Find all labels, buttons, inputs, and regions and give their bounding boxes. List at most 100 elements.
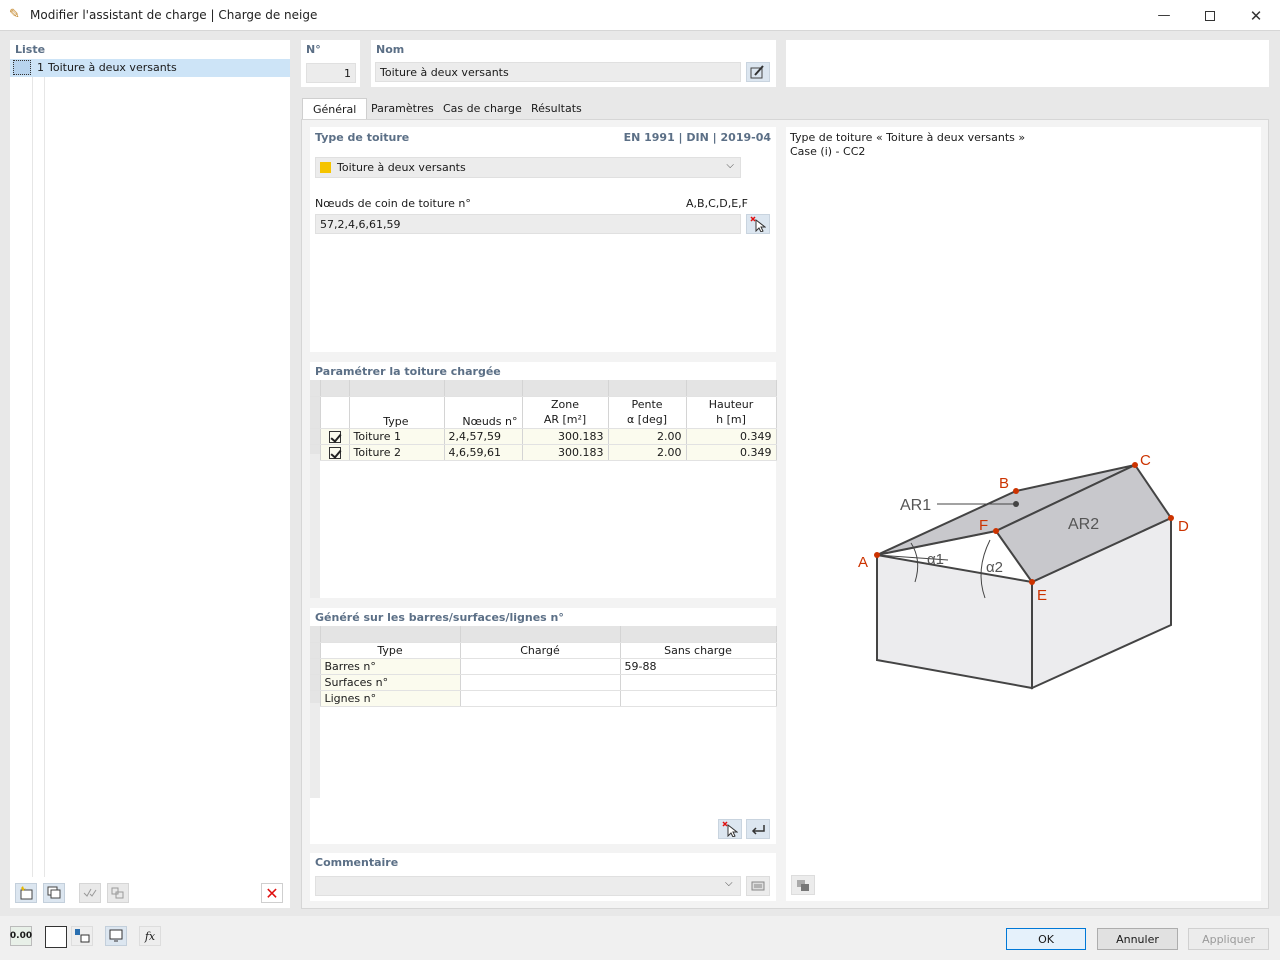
row-unloaded[interactable] <box>620 690 777 707</box>
tab-general[interactable]: Général <box>302 98 368 120</box>
row-type: Lignes n° <box>320 690 461 707</box>
copy-item-button[interactable] <box>43 883 65 903</box>
number-label: N° <box>306 43 321 56</box>
row-height: 0.349 <box>686 444 777 461</box>
label-ar1: AR1 <box>900 497 931 514</box>
maximize-icon <box>1205 10 1215 21</box>
roof-diagram: A B C D E F AR1 AR2 α1 α2 <box>858 452 1189 690</box>
new-item-button[interactable] <box>15 883 37 903</box>
tab-parameters[interactable]: Paramètres <box>361 98 444 120</box>
name-label: Nom <box>376 43 405 56</box>
label-f: F <box>979 517 988 534</box>
minimize-button[interactable]: — <box>1141 0 1187 31</box>
library-icon <box>751 881 765 891</box>
pick-objects-button[interactable] <box>718 819 742 839</box>
list-item[interactable]: 1 Toiture à deux versants <box>10 59 290 77</box>
col-type: Type <box>349 396 445 429</box>
pick-cursor-icon <box>722 821 738 837</box>
row-unloaded[interactable] <box>620 674 777 691</box>
list-item-number: 1 <box>37 61 44 74</box>
list-panel: Liste 1 Toiture à deux versants ✕ <box>10 40 290 908</box>
row-nodes: 2,4,57,59 <box>444 428 523 445</box>
units-icon: 0.00 <box>9 931 33 941</box>
list-header: Liste <box>15 43 46 56</box>
row-type: Toiture 1 <box>349 428 445 445</box>
label-b: B <box>999 475 1009 492</box>
row-unloaded[interactable]: 59-88 <box>620 658 777 675</box>
label-alpha1: α1 <box>927 551 944 568</box>
pick-nodes-button[interactable] <box>746 214 770 234</box>
image-options-icon <box>797 880 809 891</box>
chevron-down-icon: ⌵ <box>726 160 734 171</box>
tab-load-cases[interactable]: Cas de charge <box>433 98 532 120</box>
generated-panel: Généré sur les barres/surfaces/lignes n°… <box>310 608 777 844</box>
view-button[interactable] <box>105 926 127 946</box>
list-item-label: Toiture à deux versants <box>48 61 177 74</box>
name-field[interactable]: Toiture à deux versants <box>375 62 741 82</box>
info-icon <box>75 929 90 943</box>
label-ar2: AR2 <box>1068 516 1099 533</box>
row-checkbox[interactable] <box>328 446 341 459</box>
title-bar: ✎ Modifier l'assistant de charge | Charg… <box>0 0 1280 31</box>
norm-label: EN 1991 | DIN | 2019-04 <box>623 131 771 144</box>
uncheck-all-button[interactable] <box>107 883 129 903</box>
app-icon: ✎ <box>9 7 20 22</box>
delete-item-button[interactable]: ✕ <box>261 883 283 903</box>
roof-type-value: Toiture à deux versants <box>337 161 466 174</box>
roof-type-title: Type de toiture <box>315 131 410 144</box>
row-height: 0.349 <box>686 428 777 445</box>
label-alpha2: α2 <box>986 559 1003 576</box>
delete-icon: ✕ <box>265 883 279 903</box>
preview-options-button[interactable] <box>791 875 815 895</box>
cancel-button[interactable]: Annuler <box>1097 928 1178 950</box>
new-item-icon <box>20 886 33 900</box>
col-nodes: Nœuds n° <box>444 396 523 429</box>
table-row[interactable]: Toiture 1 2,4,57,59 300.183 2.00 0.349 <box>310 428 777 445</box>
row-type: Toiture 2 <box>349 444 445 461</box>
row-loaded[interactable] <box>460 690 621 707</box>
formula-button[interactable]: fx <box>139 926 161 946</box>
check-all-button[interactable] <box>79 883 101 903</box>
row-loaded[interactable] <box>460 674 621 691</box>
loaded-roof-title: Paramétrer la toiture chargée <box>315 365 501 378</box>
reset-button[interactable] <box>746 819 770 839</box>
table-row[interactable]: Toiture 2 4,6,59,61 300.183 2.00 0.349 <box>310 444 777 461</box>
row-nodes: 4,6,59,61 <box>444 444 523 461</box>
roof-type-panel: Type de toiture EN 1991 | DIN | 2019-04 … <box>310 127 776 352</box>
table-row[interactable]: Surfaces n° <box>310 674 777 691</box>
comment-field[interactable] <box>315 876 741 896</box>
generated-table: Type Chargé Sans charge Barres n° 59-88 … <box>310 626 777 707</box>
info-button[interactable] <box>71 926 93 946</box>
row-checkbox[interactable] <box>328 430 341 443</box>
label-c: C <box>1140 452 1151 469</box>
table-row[interactable]: Barres n° 59-88 <box>310 658 777 675</box>
number-panel: N° 1 <box>301 40 360 87</box>
row-slope: 2.00 <box>608 428 687 445</box>
number-field[interactable]: 1 <box>306 63 356 83</box>
ok-button[interactable]: OK <box>1006 928 1086 950</box>
table-row[interactable]: Lignes n° <box>310 690 777 707</box>
generated-title: Généré sur les barres/surfaces/lignes n° <box>315 611 564 624</box>
chevron-down-icon[interactable]: ⌵ <box>725 878 733 889</box>
corner-nodes-field[interactable]: 57,2,4,6,61,59 <box>315 214 741 234</box>
comment-library-button[interactable] <box>746 876 770 896</box>
close-window-button[interactable]: ✕ <box>1233 0 1279 31</box>
roof-type-select[interactable]: Toiture à deux versants ⌵ <box>315 157 741 178</box>
pick-cursor-icon <box>750 216 766 232</box>
edit-name-button[interactable] <box>746 62 770 82</box>
preview-panel: Type de toiture « Toiture à deux versant… <box>786 127 1261 901</box>
undo-icon <box>751 825 765 835</box>
preview-title: Type de toiture « Toiture à deux versant… <box>790 131 1026 144</box>
formula-icon: fx <box>144 929 156 943</box>
maximize-button[interactable] <box>1187 0 1233 31</box>
tab-results[interactable]: Résultats <box>521 98 592 120</box>
comment-panel: Commentaire ⌵ <box>310 853 776 901</box>
edit-icon <box>750 65 764 79</box>
apply-button[interactable]: Appliquer <box>1188 928 1269 950</box>
col-type: Type <box>320 642 461 659</box>
color-button[interactable] <box>45 926 67 948</box>
row-loaded[interactable] <box>460 658 621 675</box>
units-button[interactable]: 0.00 <box>10 926 32 946</box>
comment-title: Commentaire <box>315 856 399 869</box>
label-d: D <box>1178 518 1189 535</box>
